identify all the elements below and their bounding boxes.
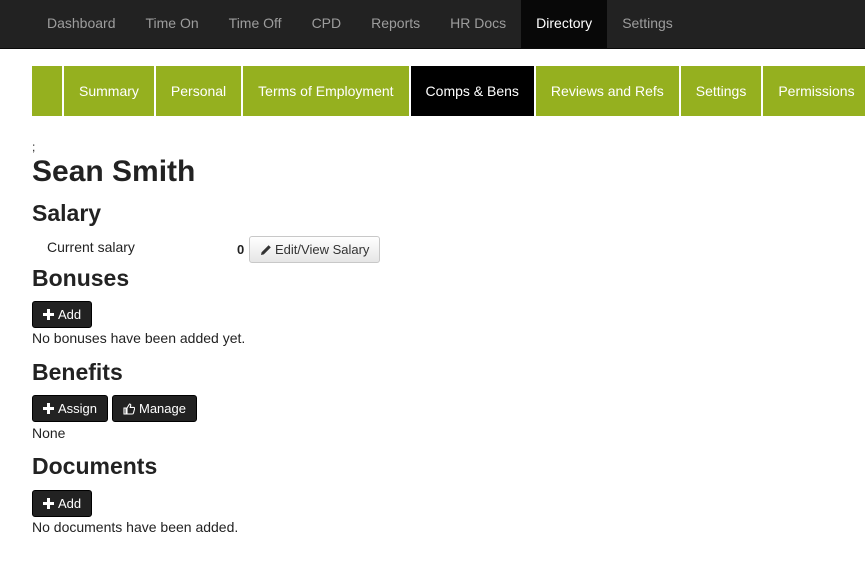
no-documents-text: No documents have been added. bbox=[32, 519, 239, 535]
manage-benefits-button[interactable]: Manage bbox=[112, 395, 197, 422]
add-document-button[interactable]: Add bbox=[32, 490, 93, 517]
assign-benefit-button[interactable]: Assign bbox=[32, 395, 109, 422]
nav-cpd[interactable]: CPD bbox=[297, 0, 357, 48]
add-document-label: Add bbox=[58, 496, 82, 511]
thumbs-up-icon bbox=[123, 402, 135, 415]
top-navbar: Dashboard Time On Time Off CPD Reports H… bbox=[0, 0, 865, 49]
employee-tabs: Summary Personal Terms of Employment Com… bbox=[32, 66, 865, 116]
tabs-spacer bbox=[32, 66, 64, 116]
edit-view-salary-button[interactable]: Edit/View Salary bbox=[249, 236, 381, 263]
employee-name: Sean Smith bbox=[32, 155, 196, 188]
nav-hr-docs[interactable]: HR Docs bbox=[435, 0, 521, 48]
edit-view-salary-label: Edit/View Salary bbox=[275, 242, 370, 257]
add-bonus-label: Add bbox=[58, 307, 82, 322]
no-benefits-text: None bbox=[32, 425, 66, 441]
manage-benefits-label: Manage bbox=[139, 401, 186, 416]
tab-settings[interactable]: Settings bbox=[681, 66, 764, 116]
assign-benefit-label: Assign bbox=[58, 401, 98, 416]
benefits-heading: Benefits bbox=[32, 359, 123, 385]
salary-heading: Salary bbox=[32, 200, 102, 226]
nav-time-off[interactable]: Time Off bbox=[214, 0, 297, 48]
current-salary-label: Current salary bbox=[47, 239, 135, 255]
tab-summary[interactable]: Summary bbox=[64, 66, 156, 116]
stray-semicolon: ; bbox=[32, 140, 36, 154]
current-salary-row: Current salary 0 Edit/View Salary bbox=[47, 236, 387, 264]
pencil-icon bbox=[260, 244, 272, 256]
plus-icon bbox=[43, 498, 54, 509]
add-bonus-button[interactable]: Add bbox=[32, 301, 93, 328]
plus-icon bbox=[43, 403, 54, 414]
bonuses-heading: Bonuses bbox=[32, 265, 130, 291]
tab-comps-and-bens[interactable]: Comps & Bens bbox=[410, 66, 536, 116]
tab-personal[interactable]: Personal bbox=[156, 66, 244, 116]
no-bonuses-text: No bonuses have been added yet. bbox=[32, 330, 246, 346]
nav-directory[interactable]: Directory bbox=[521, 0, 608, 48]
nav-dashboard[interactable]: Dashboard bbox=[32, 0, 131, 48]
tab-terms-of-employment[interactable]: Terms of Employment bbox=[243, 66, 411, 116]
nav-settings[interactable]: Settings bbox=[607, 0, 688, 48]
current-salary-value: 0 bbox=[237, 242, 245, 257]
plus-icon bbox=[43, 309, 54, 320]
documents-heading: Documents bbox=[32, 453, 158, 479]
tab-reviews-and-refs[interactable]: Reviews and Refs bbox=[536, 66, 681, 116]
nav-time-on[interactable]: Time On bbox=[131, 0, 214, 48]
nav-reports[interactable]: Reports bbox=[356, 0, 435, 48]
tab-permissions[interactable]: Permissions bbox=[763, 66, 865, 116]
